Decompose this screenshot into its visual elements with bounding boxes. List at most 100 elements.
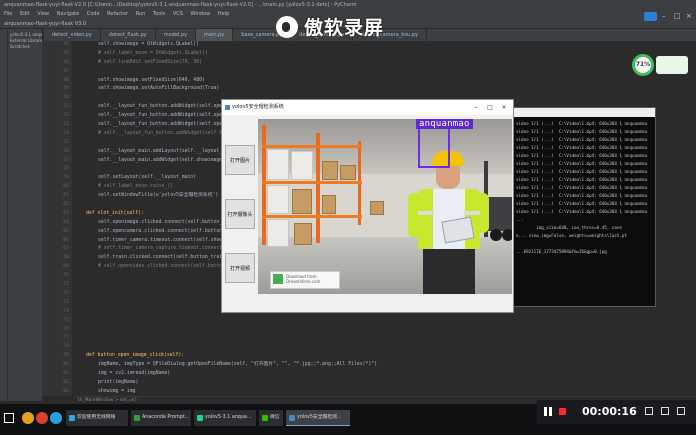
- code-line[interactable]: self.showimage.setAutoFillBackground(Tru…: [74, 85, 674, 94]
- tab-model[interactable]: model.py: [156, 29, 197, 41]
- code-line[interactable]: imgName, imgType = QFileDialog.getOpenFi…: [74, 361, 674, 370]
- screenshot-icon[interactable]: [645, 407, 653, 415]
- line-number: 65: [63, 228, 69, 234]
- menu-refactor[interactable]: Refactor: [107, 11, 128, 17]
- menu-tools[interactable]: Tools: [153, 11, 165, 17]
- project-tree-item[interactable]: Scratches: [10, 44, 40, 50]
- pycharm-icon: [197, 415, 203, 421]
- line-number: 74: [63, 308, 69, 314]
- open-camera-button[interactable]: 打开摄像头: [225, 199, 255, 229]
- detection-image: anquanmao Download from Dreamstime.com: [258, 119, 512, 294]
- rack-beam: [262, 181, 362, 184]
- menu-view[interactable]: View: [37, 11, 49, 17]
- recorder-watermark: 傲软录屏: [276, 13, 384, 40]
- tab-detect-video[interactable]: detect_video.py: [44, 29, 101, 41]
- code-line[interactable]: # self.label_move = QtWidgets.QLabel(): [74, 50, 674, 59]
- memory-badge[interactable]: 71%: [632, 54, 654, 76]
- line-number: 66: [63, 237, 69, 243]
- pallet-wrapped: [267, 185, 289, 214]
- code-line[interactable]: self.showimage = QtWidgets.QLabel(): [74, 41, 674, 50]
- code-line[interactable]: [74, 334, 674, 343]
- collapse-icon[interactable]: [677, 407, 685, 415]
- app-minimize-icon[interactable]: –: [470, 100, 482, 115]
- detection-bounding-box: [418, 127, 450, 168]
- vest-stripe: [418, 211, 434, 215]
- code-line[interactable]: img = cv2.imread(imgName): [74, 370, 674, 379]
- code-line[interactable]: # self.lineEdit.setFixedSize(70, 30): [74, 59, 674, 68]
- stop-icon[interactable]: [559, 408, 566, 415]
- close-icon[interactable]: ×: [686, 12, 692, 20]
- cardboard-box: [340, 165, 356, 180]
- line-number: 52: [63, 113, 69, 119]
- line-number: 82: [63, 379, 69, 385]
- terminal-line: ...6921176_1773475094&fm=26&gp=0.jpg: [516, 249, 607, 254]
- line-number: 49: [63, 86, 69, 92]
- line-number: 67: [63, 246, 69, 252]
- terminal-line: e... view_img=False, weights=weights\las…: [516, 233, 627, 238]
- menu-run[interactable]: Run: [136, 11, 146, 17]
- detection-label: anquanmao: [416, 119, 473, 129]
- terminal-line: img_size=640, iou_thres=0.45, save: [516, 225, 622, 230]
- rack-upright: [262, 125, 266, 245]
- code-line[interactable]: self.showimage.setFixedSize(640, 480): [74, 77, 674, 86]
- code-line[interactable]: [74, 68, 674, 77]
- minimize-icon[interactable]: –: [662, 12, 666, 20]
- terminal-titlebar[interactable]: [513, 108, 655, 117]
- taskbar-item[interactable]: 欢迎使用无线网络: [66, 410, 128, 426]
- terminal-line: video 1/1 (...) C:\Video\1.mp4: 640x384 …: [516, 161, 648, 166]
- line-number: 60: [63, 184, 69, 190]
- menu-file[interactable]: File: [4, 11, 12, 17]
- menu-vcs[interactable]: VCS: [173, 11, 183, 17]
- watermark-text: 傲软录屏: [304, 17, 385, 39]
- line-number: 62: [63, 202, 69, 208]
- app-close-icon[interactable]: ×: [498, 100, 510, 115]
- taskbar-item[interactable]: 微信: [259, 410, 283, 426]
- cardboard-box: [294, 223, 312, 245]
- line-number: 80: [63, 362, 69, 368]
- taskbar-item[interactable]: yolov5-3.1 anqua...: [194, 410, 256, 426]
- line-number: 77: [63, 335, 69, 341]
- taskbar-item[interactable]: Anaconda Prompt...: [131, 410, 191, 426]
- tab-main[interactable]: main.py: [196, 29, 234, 41]
- terminal-line: video 1/1 (...) C:\Video\1.mp4: 640x384 …: [516, 137, 648, 142]
- code-line[interactable]: [74, 317, 674, 326]
- line-number: 81: [63, 370, 69, 376]
- pause-icon[interactable]: [544, 407, 552, 416]
- rack-beam: [262, 145, 362, 148]
- line-number: 68: [63, 255, 69, 261]
- code-line[interactable]: def button_open_image_click(self):: [74, 352, 674, 361]
- tab-detect-flask[interactable]: detect_flask.py: [101, 29, 156, 41]
- line-number: 69: [63, 264, 69, 270]
- code-line[interactable]: [74, 326, 674, 335]
- taskbar-item-active[interactable]: yolov5安全帽检测...: [286, 410, 350, 426]
- notification-icon[interactable]: [644, 12, 657, 21]
- code-line[interactable]: [74, 343, 674, 352]
- maximize-icon[interactable]: □: [674, 12, 681, 20]
- start-button[interactable]: [4, 413, 14, 423]
- settings-icon[interactable]: [661, 407, 669, 415]
- terminal-line: video 1/1 (...) C:\Video\1.mp4: 640x384 …: [516, 129, 648, 134]
- menu-window[interactable]: Window: [191, 11, 211, 17]
- taskbar-app-icon[interactable]: [50, 412, 62, 424]
- tool-window-stripe[interactable]: [0, 29, 8, 401]
- line-number: 46: [63, 59, 69, 65]
- code-line[interactable]: print(imgName): [74, 379, 674, 388]
- terminal-line: video 1/1 (...) C:\Video\1.mp4: 640x384 …: [516, 201, 648, 206]
- menu-help[interactable]: Help: [218, 11, 229, 17]
- taskbar-app-icon[interactable]: [22, 412, 34, 424]
- open-image-button[interactable]: 打开图片: [225, 145, 255, 175]
- menu-navigate[interactable]: Navigate: [57, 11, 79, 17]
- terminal-line: ...: [516, 217, 524, 222]
- chrome-icon[interactable]: [36, 412, 48, 424]
- line-number: 51: [63, 104, 69, 110]
- menu-edit[interactable]: Edit: [20, 11, 30, 17]
- menu-code[interactable]: Code: [87, 11, 100, 17]
- app-maximize-icon[interactable]: □: [484, 100, 496, 115]
- terminal-line: video 1/1 (...) C:\Video\1.mp4: 640x384 …: [516, 209, 648, 214]
- line-number: 71: [63, 282, 69, 288]
- app-window[interactable]: yolov5安全帽检测系统 – □ × 打开图片 打开摄像头 打开视频 anqu…: [221, 99, 514, 313]
- terminal-window[interactable]: video 1/1 (...) C:\Video\1.mp4: 640x384 …: [512, 107, 656, 307]
- open-video-button[interactable]: 打开视频: [225, 253, 255, 283]
- recording-toolbar: 00:00:16: [537, 400, 696, 424]
- line-number: 47: [63, 68, 69, 74]
